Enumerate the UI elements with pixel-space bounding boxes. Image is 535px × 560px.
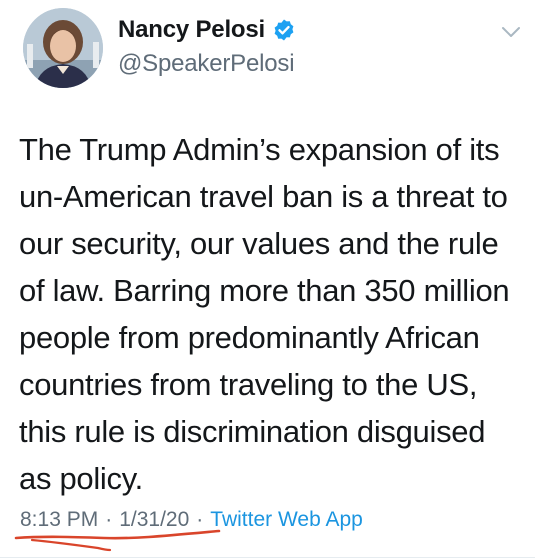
tweet-date[interactable]: 1/31/20	[119, 508, 189, 532]
tweet-card: Nancy Pelosi @SpeakerPelosi The Trump Ad…	[0, 0, 535, 560]
tweet-source-link[interactable]: Twitter Web App	[210, 508, 363, 532]
handle[interactable]: @SpeakerPelosi	[118, 50, 296, 78]
verified-badge-icon	[274, 19, 294, 41]
divider	[0, 557, 535, 558]
chevron-down-icon[interactable]	[500, 24, 522, 40]
tweet-meta: 8:13 PM · 1/31/20 · Twitter Web App	[20, 508, 363, 532]
display-name[interactable]: Nancy Pelosi	[118, 16, 265, 44]
author-block: Nancy Pelosi @SpeakerPelosi	[118, 14, 296, 78]
tweet-time[interactable]: 8:13 PM	[20, 508, 98, 532]
meta-separator-2: ·	[196, 508, 204, 531]
avatar-image	[23, 8, 103, 88]
tweet-text: The Trump Admin’s expansion of its un-Am…	[19, 132, 510, 496]
name-row: Nancy Pelosi	[118, 14, 296, 46]
avatar[interactable]	[23, 8, 103, 88]
meta-separator: ·	[105, 508, 113, 531]
